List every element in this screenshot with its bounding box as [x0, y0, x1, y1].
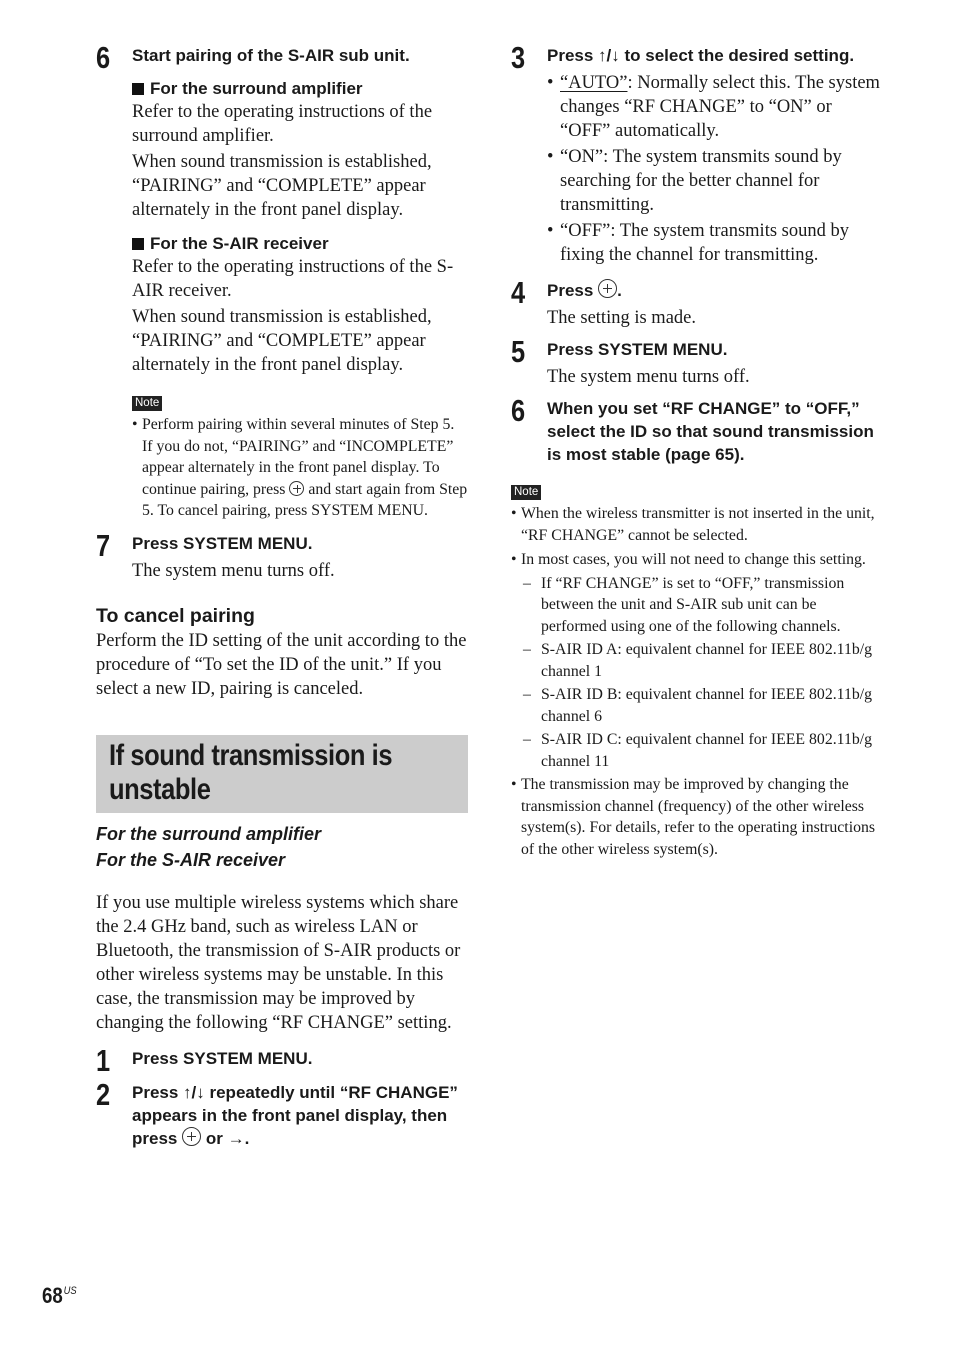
step-number: 6 [511, 393, 525, 428]
right-column: 3 Press ↑/↓ to select the desired settin… [511, 34, 883, 860]
option-label: “AUTO” [560, 73, 628, 93]
applies-to-surround-amplifier: For the surround amplifier [96, 823, 322, 844]
region-code: US [63, 1285, 77, 1297]
dash-bullet-icon: – [523, 731, 531, 748]
step-number: 2 [96, 1076, 110, 1112]
step-number: 4 [511, 275, 525, 310]
step-title: Press SYSTEM MENU. [132, 1048, 313, 1068]
note-sub-item: – S-AIR ID C: equivalent channel for IEEE… [523, 731, 873, 770]
step-description: The system menu turns off. [132, 560, 335, 581]
step-5-system-menu: 5 Press SYSTEM MENU. The system menu tur… [511, 334, 883, 389]
step-number: 7 [96, 527, 110, 563]
step-2-rf-change: 2 Press ↑/↓ repeatedly until “RF CHANGE”… [96, 1077, 468, 1150]
note-block: Note When the wireless transmitter is no… [511, 482, 883, 860]
cancel-pairing-body: Perform the ID setting of the unit accor… [96, 630, 467, 699]
step-title: Press SYSTEM MENU. [547, 340, 728, 359]
paragraph: Refer to the operating instructions of t… [132, 257, 454, 301]
step-3-select-setting: 3 Press ↑/↓ to select the desired settin… [511, 40, 883, 267]
option-on: “ON”: The system transmits sound by sear… [547, 145, 883, 217]
option-label: “OFF” [560, 221, 611, 241]
note-item: In most cases, you will not need to chan… [511, 549, 883, 571]
step-number: 5 [511, 334, 525, 369]
note-item: Perform pairing within several minutes o… [132, 414, 468, 522]
note-badge: Note [511, 485, 542, 500]
left-column: 6 Start pairing of the S-AIR sub unit. F… [96, 34, 468, 1150]
step-description: The setting is made. [547, 308, 696, 328]
step-number: 3 [511, 40, 525, 75]
page-number: 68US [42, 1283, 77, 1308]
cancel-pairing-heading: To cancel pairing [96, 604, 255, 627]
square-bullet-icon [132, 238, 144, 250]
step-title: Press ↑/↓ to select the desired setting. [547, 46, 855, 65]
dash-bullet-icon: – [523, 574, 531, 592]
step-4-press-enter: 4 Press . The setting is made. [511, 275, 883, 330]
option-off: “OFF”: The system transmits sound by fix… [547, 219, 883, 267]
applies-to-sair-receiver: For the S-AIR receiver [96, 849, 286, 870]
applies-to: For the surround amplifier For the S-AIR… [96, 821, 468, 873]
note-item: The transmission may be improved by chan… [511, 774, 883, 860]
step-number: 1 [96, 1042, 110, 1078]
step-description: The system menu turns off. [547, 367, 750, 387]
note-badge: Note [132, 396, 163, 411]
step-title: Press ↑/↓ repeatedly until “RF CHANGE” a… [132, 1082, 458, 1148]
subheading-sair-receiver: For the S-AIR receiver [132, 232, 468, 255]
step-title: Press . [547, 279, 622, 300]
option-label: “ON” [560, 147, 604, 167]
dash-bullet-icon: – [523, 686, 531, 703]
note-sub-item: – S-AIR ID A: equivalent channel for IEEE… [523, 641, 873, 680]
paragraph: Refer to the operating instructions of t… [132, 102, 433, 146]
cancel-pairing-section: To cancel pairing Perform the ID setting… [96, 603, 468, 701]
step-title: When you set “RF CHANGE” to “OFF,” selec… [547, 399, 874, 464]
paragraph: When sound transmission is established, … [132, 152, 432, 220]
enter-button-icon [182, 1126, 202, 1146]
note-block: Note Perform pairing within several minu… [132, 393, 468, 522]
paragraph: When sound transmission is established, … [132, 307, 432, 375]
option-auto: “AUTO”: Normally select this. The system… [547, 71, 883, 143]
enter-button-icon [598, 279, 618, 298]
step-7-system-menu: 7 Press SYSTEM MENU. The system menu tur… [96, 528, 468, 583]
step-title: Press SYSTEM MENU. [132, 533, 313, 553]
section-intro: If you use multiple wireless systems whi… [96, 892, 461, 1033]
square-bullet-icon [132, 83, 144, 95]
subheading-surround-amplifier: For the surround amplifier [132, 77, 468, 100]
step-title: Start pairing of the S-AIR sub unit. [132, 46, 410, 65]
enter-button-icon [289, 480, 305, 496]
section-heading-box: If sound transmission is unstable [96, 734, 468, 813]
note-sub-item: – If “RF CHANGE” is set to “OFF,” transmi… [523, 574, 845, 635]
note-item: When the wireless transmitter is not ins… [511, 503, 883, 546]
step-6-pairing: 6 Start pairing of the S-AIR sub unit. F… [96, 40, 468, 522]
section-title: If sound transmission is unstable [109, 738, 393, 806]
note-sub-item: – S-AIR ID B: equivalent channel for IEEE… [523, 686, 873, 725]
step-6-select-id: 6 When you set “RF CHANGE” to “OFF,” sel… [511, 393, 883, 466]
step-1-system-menu: 1 Press SYSTEM MENU. [96, 1043, 468, 1078]
dash-bullet-icon: – [523, 641, 531, 658]
step-number: 6 [96, 40, 110, 75]
